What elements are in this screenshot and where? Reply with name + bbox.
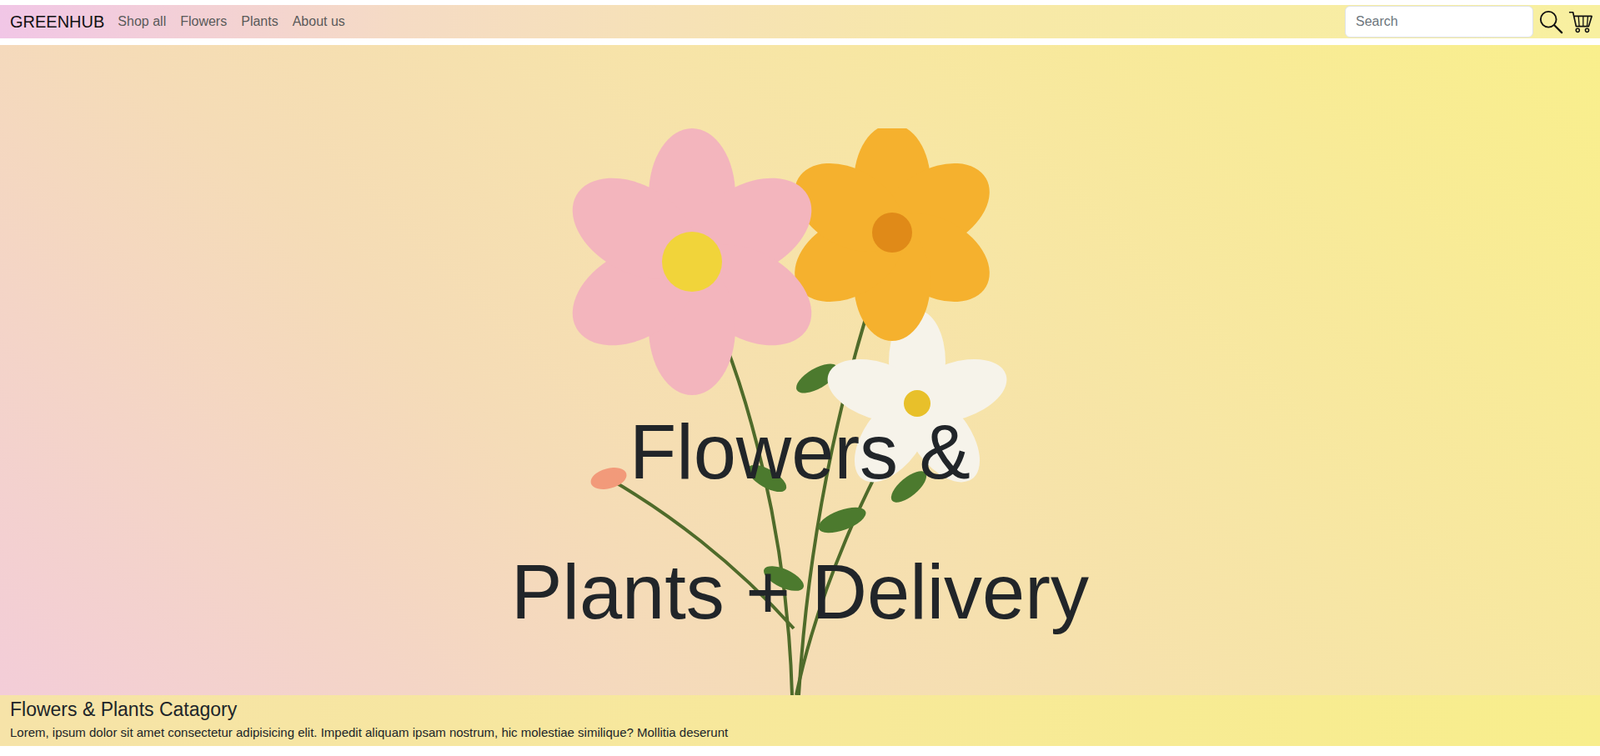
hero-heading: Flowers &Plants + Delivery: [511, 381, 1089, 663]
category-section: Flowers & Plants Catagory Lorem, ipsum do…: [0, 695, 1600, 747]
nav-links: Shop all Flowers Plants About us: [117, 14, 345, 30]
nav-link[interactable]: Plants: [240, 14, 278, 30]
search-input[interactable]: [1344, 5, 1534, 38]
hero-line: Flowers &: [511, 381, 1089, 522]
hero-banner: Flowers &Plants + Delivery: [0, 45, 1600, 696]
category-title: Flowers & Plants Catagory: [10, 698, 1590, 722]
page: GREENHUB Shop all Flowers Plants About us Flo…: [0, 0, 1600, 747]
category-text: Lorem, ipsum dolor sit amet consectetur …: [10, 724, 1590, 742]
search-icon[interactable]: [1538, 9, 1564, 35]
nav-link[interactable]: Shop all: [117, 14, 166, 30]
brand-logo[interactable]: GREENHUB: [10, 12, 105, 32]
nav-link[interactable]: About us: [292, 14, 346, 30]
cart-icon[interactable]: [1568, 9, 1594, 35]
hero-line: Plants + Delivery: [511, 521, 1089, 663]
nav-link[interactable]: Flowers: [180, 14, 227, 30]
navbar: GREENHUB Shop all Flowers Plants About us: [0, 5, 1600, 39]
